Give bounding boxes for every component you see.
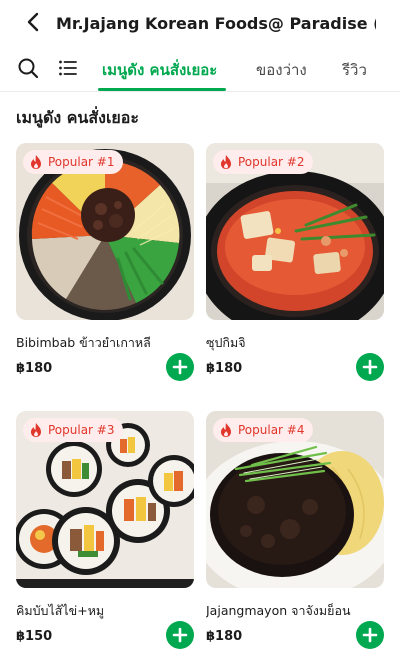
tab-popular-menu[interactable]: เมนูดัง คนสั่งเยอะ [102, 58, 217, 82]
fire-icon [31, 155, 41, 169]
menu-item-card[interactable]: Popular #4 Jajangmayon จาจังมย็อน ฿180 [206, 411, 384, 649]
header: Mr.Jajang Korean Foods@ Paradise (มิ... [0, 0, 400, 44]
item-name: Jajangmayon จาจังมย็อน [206, 603, 351, 618]
tab-snacks[interactable]: ของว่าง [256, 58, 307, 82]
plus-icon [362, 627, 378, 643]
popular-badge-label: Popular #2 [238, 155, 305, 169]
plus-icon [362, 359, 378, 375]
item-price: ฿150 [16, 629, 53, 644]
fire-icon [221, 423, 231, 437]
app-screen: Mr.Jajang Korean Foods@ Paradise (มิ... … [0, 0, 400, 661]
item-name: ซุปกิมจิ [206, 335, 246, 350]
back-button[interactable] [22, 10, 46, 34]
popular-badge: Popular #2 [213, 150, 313, 174]
item-price: ฿180 [206, 629, 243, 644]
popular-badge-label: Popular #1 [48, 155, 115, 169]
section-title: เมนูดัง คนสั่งเยอะ [16, 108, 139, 127]
list-icon [59, 60, 77, 76]
add-to-cart-button[interactable] [356, 353, 384, 381]
fire-icon [31, 423, 41, 437]
back-arrow-icon [27, 12, 39, 32]
menu-item-card[interactable]: Popular #2 ซุปกิมจิ ฿180 [206, 143, 384, 381]
search-button[interactable] [16, 56, 40, 80]
tab-reviews[interactable]: รีวิว [342, 58, 367, 82]
menu-list-button[interactable] [56, 56, 80, 80]
add-to-cart-button[interactable] [166, 353, 194, 381]
menu-item-card[interactable]: Popular #3 คิมบับไส้ไข่+หมู ฿150 [16, 411, 194, 649]
active-tab-indicator [98, 88, 226, 91]
menu-item-card[interactable]: Popular #1 Bibimbab ข้าวยำเกาหลี ฿180 [16, 143, 194, 381]
add-to-cart-button[interactable] [356, 621, 384, 649]
item-name: Bibimbab ข้าวยำเกาหลี [16, 335, 151, 350]
category-tabbar: เมนูดัง คนสั่งเยอะ ของว่าง รีวิว [0, 46, 400, 92]
add-to-cart-button[interactable] [166, 621, 194, 649]
fire-icon [221, 155, 231, 169]
popular-badge-label: Popular #4 [238, 423, 305, 437]
item-name: คิมบับไส้ไข่+หมู [16, 603, 105, 618]
plus-icon [172, 627, 188, 643]
popular-badge: Popular #1 [23, 150, 123, 174]
plus-icon [172, 359, 188, 375]
food-image-kimbap[interactable]: Popular #3 [16, 411, 194, 588]
search-icon [18, 58, 39, 79]
popular-badge: Popular #4 [213, 418, 313, 442]
item-price: ฿180 [206, 361, 243, 376]
popular-badge: Popular #3 [23, 418, 123, 442]
store-title: Mr.Jajang Korean Foods@ Paradise (มิ... [56, 14, 376, 33]
item-price: ฿180 [16, 361, 53, 376]
food-image-bibimbap[interactable]: Popular #1 [16, 143, 194, 320]
food-image-jajangmyeon[interactable]: Popular #4 [206, 411, 384, 588]
popular-badge-label: Popular #3 [48, 423, 115, 437]
food-image-kimchi-soup[interactable]: Popular #2 [206, 143, 384, 320]
